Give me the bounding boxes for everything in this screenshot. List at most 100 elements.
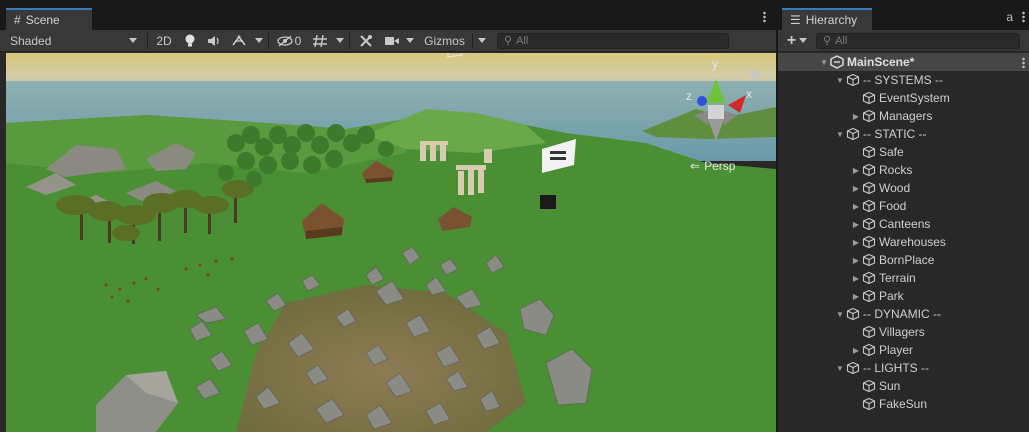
hierarchy-item-label: -- STATIC -- <box>863 127 927 141</box>
hierarchy-more-options-icon[interactable] <box>1022 11 1025 23</box>
hierarchy-item[interactable]: ▼ -- SYSTEMS -- <box>778 71 1029 89</box>
scene-toolbar: Shaded 2D 0 Gizmos ⚲ All <box>0 30 776 52</box>
gameobject-cube-icon <box>846 127 860 141</box>
expand-arrow-closed-icon[interactable]: ▶ <box>850 292 862 301</box>
scene-viewport[interactable]: y x z ⇐ Persp <box>6 53 776 432</box>
hierarchy-item[interactable]: ▶ Canteens <box>778 215 1029 233</box>
hierarchy-item[interactable]: ▼ -- DYNAMIC -- <box>778 305 1029 323</box>
chevron-down-icon <box>336 38 344 43</box>
gizmo-lock-icon[interactable] <box>750 71 759 78</box>
camera-dropdown[interactable] <box>404 30 416 51</box>
y-axis-label: y <box>712 57 718 71</box>
gameobject-cube-icon <box>846 307 860 321</box>
expand-arrow-closed-icon[interactable]: ▶ <box>850 112 862 121</box>
scene-tabbar: # Scene <box>0 0 776 30</box>
gizmo-center-cube[interactable] <box>708 105 724 119</box>
gameobject-cube-icon <box>862 109 876 123</box>
scene-render <box>6 53 776 432</box>
expand-arrow-closed-icon[interactable]: ▶ <box>850 274 862 283</box>
tab-scene[interactable]: # Scene <box>6 8 92 30</box>
chevron-down-icon <box>255 38 263 43</box>
expand-arrow-closed-icon[interactable]: ▶ <box>850 202 862 211</box>
wrench-icon <box>360 34 372 47</box>
effects-toggle-button[interactable] <box>226 30 252 51</box>
hierarchy-item-label: Terrain <box>879 271 916 285</box>
effects-dropdown[interactable] <box>252 30 266 51</box>
hierarchy-item[interactable]: ▶ Rocks <box>778 161 1029 179</box>
hierarchy-item[interactable]: ▶ Terrain <box>778 269 1029 287</box>
tab-scene-label: Scene <box>25 13 60 27</box>
hierarchy-item-label: BornPlace <box>879 253 935 267</box>
hierarchy-item-label: FakeSun <box>879 397 928 411</box>
grid-toggle-button[interactable] <box>307 30 333 51</box>
expand-arrow-closed-icon[interactable]: ▶ <box>850 256 862 265</box>
hierarchy-item-label: Player <box>879 343 914 357</box>
camera-settings-button[interactable] <box>380 30 404 51</box>
gameobject-cube-icon <box>862 91 876 105</box>
hierarchy-item[interactable]: Safe <box>778 143 1029 161</box>
expand-arrow-closed-icon[interactable]: ▶ <box>850 166 862 175</box>
gameobject-cube-icon <box>862 253 876 267</box>
hierarchy-item[interactable]: Sun <box>778 377 1029 395</box>
toolbar-divider <box>268 32 269 49</box>
hierarchy-item[interactable]: EventSystem <box>778 89 1029 107</box>
tools-button[interactable] <box>352 30 380 51</box>
hierarchy-item[interactable]: ▶ Player <box>778 341 1029 359</box>
gizmos-dropdown[interactable] <box>475 30 489 51</box>
hierarchy-item[interactable]: ▶ Food <box>778 197 1029 215</box>
scene-search-input[interactable]: ⚲ All <box>497 32 729 49</box>
tab-hierarchy-label: Hierarchy <box>805 13 858 27</box>
expand-arrow-open-icon[interactable]: ▼ <box>834 310 846 319</box>
expand-arrow-closed-icon[interactable]: ▶ <box>850 220 862 229</box>
speaker-icon <box>208 35 219 46</box>
projection-label: Persp <box>704 159 736 173</box>
lock-icon[interactable]: a <box>1006 10 1013 24</box>
gameobject-cube-icon <box>846 361 860 375</box>
gizmos-button[interactable]: Gizmos <box>416 30 470 51</box>
hierarchy-search-input[interactable]: ⚲ All <box>816 32 1020 49</box>
scene-grid-icon: # <box>14 13 21 27</box>
expand-arrow-open-icon[interactable]: ▼ <box>834 364 846 373</box>
scene-visibility-toggle[interactable]: 0 <box>271 30 307 51</box>
hierarchy-item[interactable]: Villagers <box>778 323 1029 341</box>
hierarchy-scene-row[interactable]: ▼ MainScene* <box>778 53 1029 71</box>
hierarchy-item[interactable]: ▶ BornPlace <box>778 251 1029 269</box>
scene-search-container: ⚲ All <box>489 30 729 51</box>
expand-arrow-open-icon[interactable]: ▼ <box>834 130 846 139</box>
hierarchy-item[interactable]: ▼ -- STATIC -- <box>778 125 1029 143</box>
hierarchy-item[interactable]: ▶ Park <box>778 287 1029 305</box>
expand-arrow-closed-icon[interactable]: ▶ <box>850 238 862 247</box>
hierarchy-item[interactable]: ▶ Wood <box>778 179 1029 197</box>
perspective-icon: ⇐ <box>690 159 701 173</box>
hierarchy-item-label: Canteens <box>879 217 931 231</box>
scene-search-placeholder: All <box>516 34 529 47</box>
hierarchy-item[interactable]: ▶ Warehouses <box>778 233 1029 251</box>
z-axis-cone[interactable] <box>697 96 707 106</box>
unity-scene-icon <box>830 55 844 69</box>
black-cube[interactable] <box>540 195 556 209</box>
projection-toggle[interactable]: ⇐ Persp <box>690 159 735 173</box>
tab-hierarchy[interactable]: ☰ Hierarchy <box>782 8 872 30</box>
hierarchy-item[interactable]: FakeSun <box>778 395 1029 413</box>
expand-arrow-open-icon[interactable]: ▼ <box>818 58 830 67</box>
scene-options-icon[interactable] <box>1022 57 1025 68</box>
scene-more-options-icon[interactable] <box>763 11 766 23</box>
hierarchy-item-label: -- LIGHTS -- <box>863 361 929 375</box>
hierarchy-item-label: Managers <box>879 109 933 123</box>
chevron-down-icon <box>129 38 137 43</box>
expand-arrow-closed-icon[interactable]: ▶ <box>850 346 862 355</box>
grid-dropdown[interactable] <box>333 30 347 51</box>
toggle-2d-button[interactable]: 2D <box>150 30 178 51</box>
hierarchy-item[interactable]: ▶ Managers <box>778 107 1029 125</box>
expand-arrow-open-icon[interactable]: ▼ <box>834 76 846 85</box>
shading-mode-dropdown[interactable]: Shaded <box>0 30 145 51</box>
gameobject-cube-icon <box>862 325 876 339</box>
gameobject-cube-icon <box>862 379 876 393</box>
audio-toggle-button[interactable] <box>202 30 226 51</box>
expand-arrow-closed-icon[interactable]: ▶ <box>850 184 862 193</box>
lighting-toggle-button[interactable] <box>178 30 202 51</box>
hierarchy-item[interactable]: ▼ -- LIGHTS -- <box>778 359 1029 377</box>
create-button[interactable]: + <box>778 30 812 51</box>
chevron-down-icon <box>406 38 414 43</box>
toolbar-divider <box>349 32 350 49</box>
